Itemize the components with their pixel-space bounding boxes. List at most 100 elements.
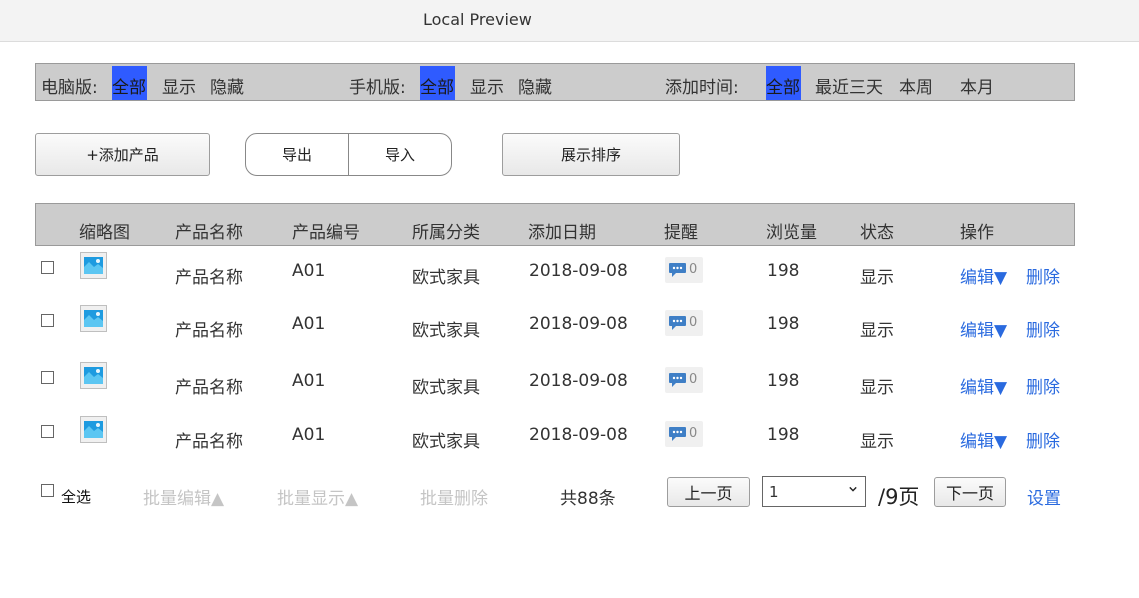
mobile-filter-hide[interactable]: 隐藏	[518, 73, 552, 98]
col-status: 状态	[860, 223, 894, 243]
pc-filter-label: 电脑版:	[41, 78, 98, 98]
product-date: 2018-09-08	[529, 261, 628, 281]
table-row: 产品名称 A01 欧式家具 2018-09-08 0 198 显示 编辑▼ 删除	[0, 362, 1139, 402]
product-name: 产品名称	[175, 321, 243, 341]
delete-link[interactable]: 删除	[1026, 316, 1060, 341]
time-filter-all[interactable]: 全部	[766, 66, 801, 100]
view-count: 198	[767, 261, 800, 281]
product-category: 欧式家具	[412, 321, 480, 341]
table-row: 产品名称 A01 欧式家具 2018-09-08 0 198 显示 编辑▼ 删除	[0, 416, 1139, 456]
pc-filter-hide[interactable]: 隐藏	[210, 73, 244, 98]
reminder-badge[interactable]: 0	[665, 367, 703, 393]
chat-bubble-icon	[669, 373, 686, 387]
col-product-code: 产品编号	[292, 223, 360, 243]
status-label: 显示	[860, 321, 894, 341]
product-date: 2018-09-08	[529, 314, 628, 334]
time-filter-3days[interactable]: 最近三天	[815, 73, 883, 98]
reminder-count: 0	[689, 315, 698, 330]
pc-filter-show[interactable]: 显示	[162, 73, 196, 98]
reminder-badge[interactable]: 0	[665, 257, 703, 283]
view-count: 198	[767, 425, 800, 445]
product-category: 欧式家具	[412, 432, 480, 452]
image-icon	[80, 362, 107, 389]
display-sort-button[interactable]: 展示排序	[502, 133, 680, 176]
status-label: 显示	[860, 268, 894, 288]
page-total: /9页	[878, 485, 920, 509]
image-icon	[80, 416, 107, 443]
table-header: 缩略图 产品名称 产品编号 所属分类 添加日期 提醒 浏览量 状态 操作	[35, 203, 1075, 246]
reminder-badge[interactable]: 0	[665, 421, 703, 447]
product-date: 2018-09-08	[529, 425, 628, 445]
product-category: 欧式家具	[412, 268, 480, 288]
time-filter-label: 添加时间:	[665, 78, 739, 98]
reminder-count: 0	[689, 426, 698, 441]
reminder-count: 0	[689, 262, 698, 277]
delete-link[interactable]: 删除	[1026, 263, 1060, 288]
table-row: 产品名称 A01 欧式家具 2018-09-08 0 198 显示 编辑▼ 删除	[0, 305, 1139, 345]
row-checkbox[interactable]	[41, 371, 54, 384]
row-checkbox[interactable]	[41, 261, 54, 274]
add-product-button[interactable]: +添加产品	[35, 133, 210, 176]
chat-bubble-icon	[669, 316, 686, 330]
export-import-group: 导出 导入	[245, 133, 452, 176]
page-select-value: 1	[769, 483, 779, 501]
batch-edit-button[interactable]: 批量编辑▲	[143, 484, 224, 509]
col-reminder: 提醒	[664, 223, 698, 243]
delete-link[interactable]: 删除	[1026, 427, 1060, 452]
col-category: 所属分类	[412, 223, 480, 243]
window-titlebar: Local Preview	[0, 0, 1139, 42]
col-actions: 操作	[960, 223, 994, 243]
chevron-down-icon	[849, 486, 857, 492]
edit-dropdown-link[interactable]: 编辑▼	[960, 427, 1007, 452]
next-page-button[interactable]: 下一页	[934, 477, 1006, 507]
product-code: A01	[292, 371, 326, 391]
product-code: A01	[292, 261, 326, 281]
mobile-filter-all[interactable]: 全部	[420, 66, 455, 100]
import-button[interactable]: 导入	[348, 134, 451, 175]
image-icon	[80, 305, 107, 332]
total-count: 共88条	[560, 489, 616, 509]
view-count: 198	[767, 314, 800, 334]
chat-bubble-icon	[669, 427, 686, 441]
select-all-checkbox[interactable]	[41, 484, 54, 497]
time-filter-month[interactable]: 本月	[960, 73, 994, 98]
export-button[interactable]: 导出	[246, 134, 348, 175]
product-date: 2018-09-08	[529, 371, 628, 391]
product-category: 欧式家具	[412, 378, 480, 398]
batch-show-button[interactable]: 批量显示▲	[277, 484, 358, 509]
settings-link[interactable]: 设置	[1027, 484, 1061, 509]
edit-dropdown-link[interactable]: 编辑▼	[960, 373, 1007, 398]
batch-delete-button[interactable]: 批量删除	[420, 484, 488, 509]
pc-filter-all[interactable]: 全部	[112, 66, 147, 100]
reminder-badge[interactable]: 0	[665, 310, 703, 336]
view-count: 198	[767, 371, 800, 391]
image-icon	[80, 252, 107, 279]
delete-link[interactable]: 删除	[1026, 373, 1060, 398]
mobile-filter-label: 手机版:	[349, 78, 406, 98]
row-checkbox[interactable]	[41, 314, 54, 327]
chat-bubble-icon	[669, 263, 686, 277]
mobile-filter-show[interactable]: 显示	[470, 73, 504, 98]
row-checkbox[interactable]	[41, 425, 54, 438]
status-label: 显示	[860, 378, 894, 398]
page-select[interactable]: 1	[762, 476, 866, 507]
status-label: 显示	[860, 432, 894, 452]
col-added-date: 添加日期	[528, 223, 596, 243]
product-code: A01	[292, 314, 326, 334]
edit-dropdown-link[interactable]: 编辑▼	[960, 263, 1007, 288]
window-title: Local Preview	[423, 10, 532, 29]
col-views: 浏览量	[766, 223, 817, 243]
select-all-label: 全选	[61, 488, 92, 506]
table-row: 产品名称 A01 欧式家具 2018-09-08 0 198 显示 编辑▼ 删除	[0, 252, 1139, 292]
edit-dropdown-link[interactable]: 编辑▼	[960, 316, 1007, 341]
filter-bar: 电脑版: 全部 显示 隐藏 手机版: 全部 显示 隐藏 添加时间: 全部 最近三…	[35, 63, 1075, 101]
time-filter-week[interactable]: 本周	[899, 73, 933, 98]
product-name: 产品名称	[175, 432, 243, 452]
col-product-name: 产品名称	[175, 223, 243, 243]
col-thumbnail: 缩略图	[79, 223, 130, 243]
prev-page-button[interactable]: 上一页	[667, 477, 750, 507]
reminder-count: 0	[689, 372, 698, 387]
product-code: A01	[292, 425, 326, 445]
product-name: 产品名称	[175, 378, 243, 398]
product-name: 产品名称	[175, 268, 243, 288]
